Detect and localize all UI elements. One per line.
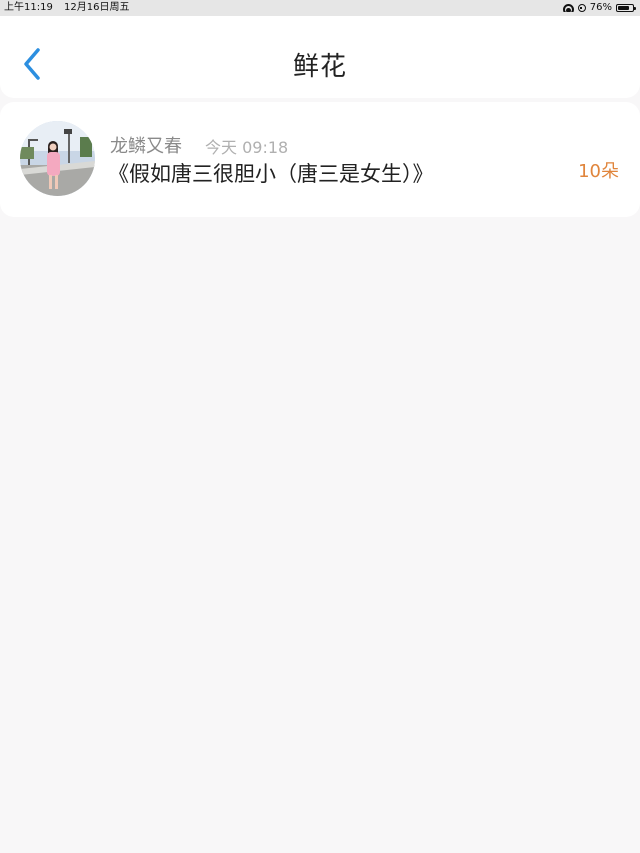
avatar[interactable] [20, 121, 95, 196]
battery-percent: 76% [589, 2, 612, 13]
avatar-photo [20, 121, 95, 196]
status-time: 上午11:19 [4, 2, 53, 13]
status-bar: 上午11:19 12月16日周五 76% [0, 0, 640, 16]
wifi-icon [562, 4, 574, 12]
status-right: 76% [562, 0, 636, 16]
status-date: 12月16日周五 [64, 2, 130, 13]
list-item[interactable]: 龙鳞又春 今天 09:18 《假如唐三很胆小（唐三是女生）》 10朵 [0, 102, 640, 217]
username: 龙鳞又春 [110, 136, 182, 157]
flower-count: 10朵 [578, 161, 619, 182]
battery-fill [618, 6, 629, 10]
timestamp: 今天 09:18 [205, 138, 289, 157]
battery-icon [616, 4, 636, 12]
rotation-lock-icon [577, 4, 586, 12]
status-left: 上午11:19 12月16日周五 [4, 0, 137, 16]
page-title: 鲜花 [292, 52, 347, 82]
navigation-bar: 鲜花 [0, 16, 640, 98]
book-title-link[interactable]: 《假如唐三很胆小（唐三是女生）》 [108, 158, 434, 188]
